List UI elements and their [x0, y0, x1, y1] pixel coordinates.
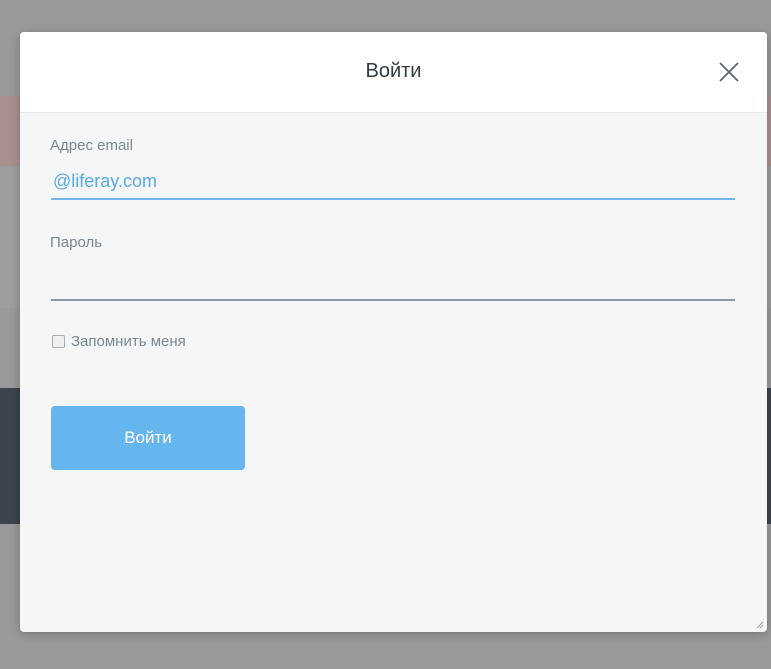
remember-me-checkbox[interactable] — [52, 335, 65, 348]
login-modal: Войти Адрес email Пароль Запомнить меня … — [20, 32, 767, 632]
close-button[interactable] — [717, 60, 741, 84]
login-button[interactable]: Войти — [51, 406, 245, 470]
modal-title: Войти — [365, 60, 422, 82]
remember-me-row[interactable]: Запомнить меня — [51, 333, 736, 350]
close-icon — [719, 62, 739, 82]
modal-header: Войти — [20, 32, 767, 113]
email-field[interactable] — [51, 164, 735, 200]
modal-body: Адрес email Пароль Запомнить меня Войти — [20, 113, 767, 470]
resize-grip-icon[interactable] — [755, 620, 764, 629]
password-field[interactable] — [51, 265, 735, 301]
email-label: Адрес email — [50, 137, 133, 154]
password-label: Пароль — [50, 234, 103, 251]
remember-me-label[interactable]: Запомнить меня — [71, 333, 186, 350]
